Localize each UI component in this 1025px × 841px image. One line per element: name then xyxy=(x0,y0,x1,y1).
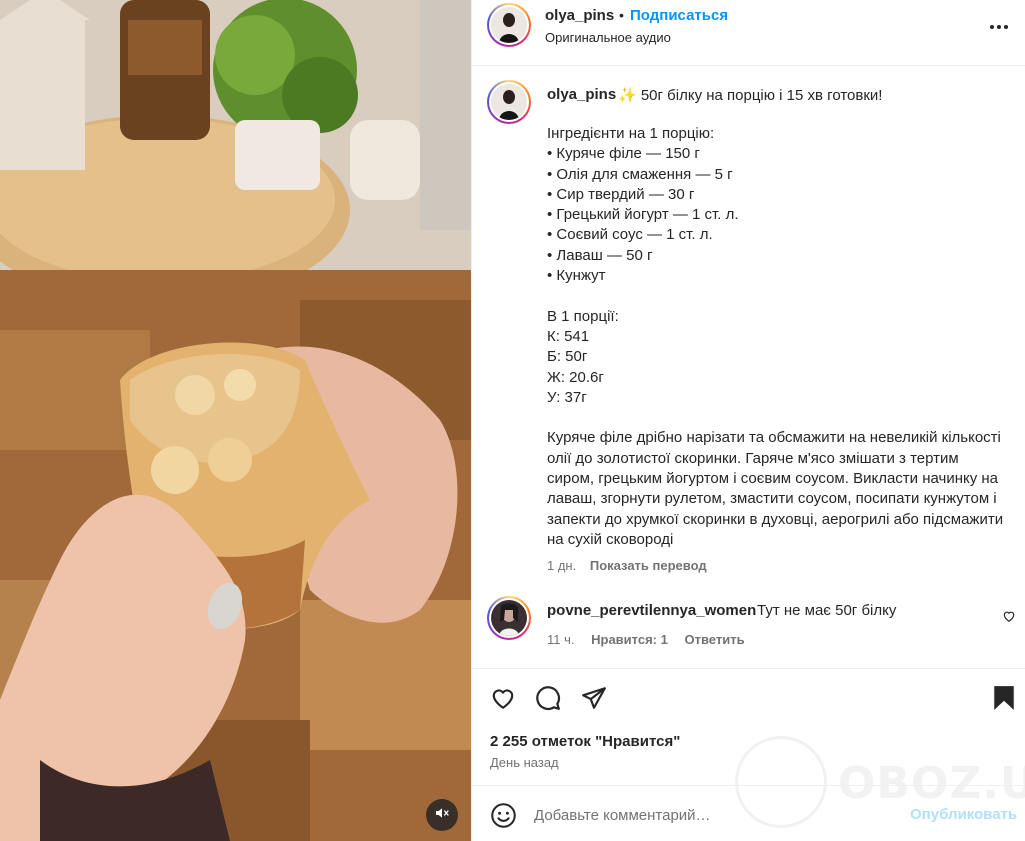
bookmark-icon xyxy=(992,685,1016,716)
comment-button[interactable] xyxy=(533,685,563,715)
like-button[interactable] xyxy=(488,685,518,715)
mute-button[interactable] xyxy=(426,799,458,831)
smiley-icon xyxy=(490,803,517,833)
food-video-frame xyxy=(0,0,471,841)
comments-section: olya_pins ✨ 50г білку на порцію і 15 хв … xyxy=(472,66,1025,668)
publish-button[interactable]: Опубликовать xyxy=(910,806,1017,823)
comment-like-button[interactable] xyxy=(1002,609,1018,625)
audio-link[interactable]: Оригинальное аудио xyxy=(545,30,671,45)
add-comment-bar: Опубликовать xyxy=(472,785,1025,841)
caption-age: 1 дн. xyxy=(547,558,577,573)
action-bar: 2 255 отметок "Нравится" День назад xyxy=(472,668,1025,785)
more-options-button[interactable] xyxy=(984,14,1014,38)
comment-input[interactable] xyxy=(534,802,904,828)
paper-plane-icon xyxy=(581,685,607,716)
caption-meta: 1 дн. Показать перевод xyxy=(547,558,707,573)
post-header: olya_pins • Подписаться Оригинальное ауд… xyxy=(472,0,1025,66)
speaker-muted-icon xyxy=(434,805,450,826)
emoji-button[interactable] xyxy=(490,802,517,829)
author-username[interactable]: olya_pins xyxy=(545,7,614,24)
author-avatar[interactable] xyxy=(487,3,531,47)
separator-dot: • xyxy=(619,7,624,23)
follow-button[interactable]: Подписаться xyxy=(630,7,728,24)
heart-icon xyxy=(1002,610,1016,627)
more-horizontal-icon xyxy=(989,17,1009,35)
post-time: День назад xyxy=(490,755,559,770)
post-side-panel: olya_pins • Подписаться Оригинальное ауд… xyxy=(471,0,1025,841)
translate-link[interactable]: Показать перевод xyxy=(590,558,707,573)
likes-count[interactable]: 2 255 отметок "Нравится" xyxy=(490,733,680,750)
reply-button[interactable]: Ответить xyxy=(684,632,744,647)
heart-icon xyxy=(490,685,516,716)
caption-text: Інгредієнти на 1 порцію: • Куряче філе —… xyxy=(547,125,1004,548)
comment-likes-link[interactable]: Нравится: 1 xyxy=(591,632,668,647)
comment-text: Тут не має 50г білку xyxy=(757,602,897,619)
comment-age: 11 ч. xyxy=(547,632,575,647)
comment-bubble-icon xyxy=(535,685,561,716)
comment-username[interactable]: povne_perevtilennya_women xyxy=(547,602,756,619)
share-button[interactable] xyxy=(579,685,609,715)
caption-headline: ✨ 50г білку на порцію і 15 хв готовки! xyxy=(618,87,883,104)
caption-avatar[interactable] xyxy=(487,80,531,124)
commenter-avatar[interactable] xyxy=(487,596,531,640)
comment-meta: 11 ч. Нравится: 1 Ответить xyxy=(547,632,758,647)
save-button[interactable] xyxy=(989,685,1019,715)
post-media-video[interactable] xyxy=(0,0,471,841)
caption-username[interactable]: olya_pins xyxy=(547,86,616,103)
